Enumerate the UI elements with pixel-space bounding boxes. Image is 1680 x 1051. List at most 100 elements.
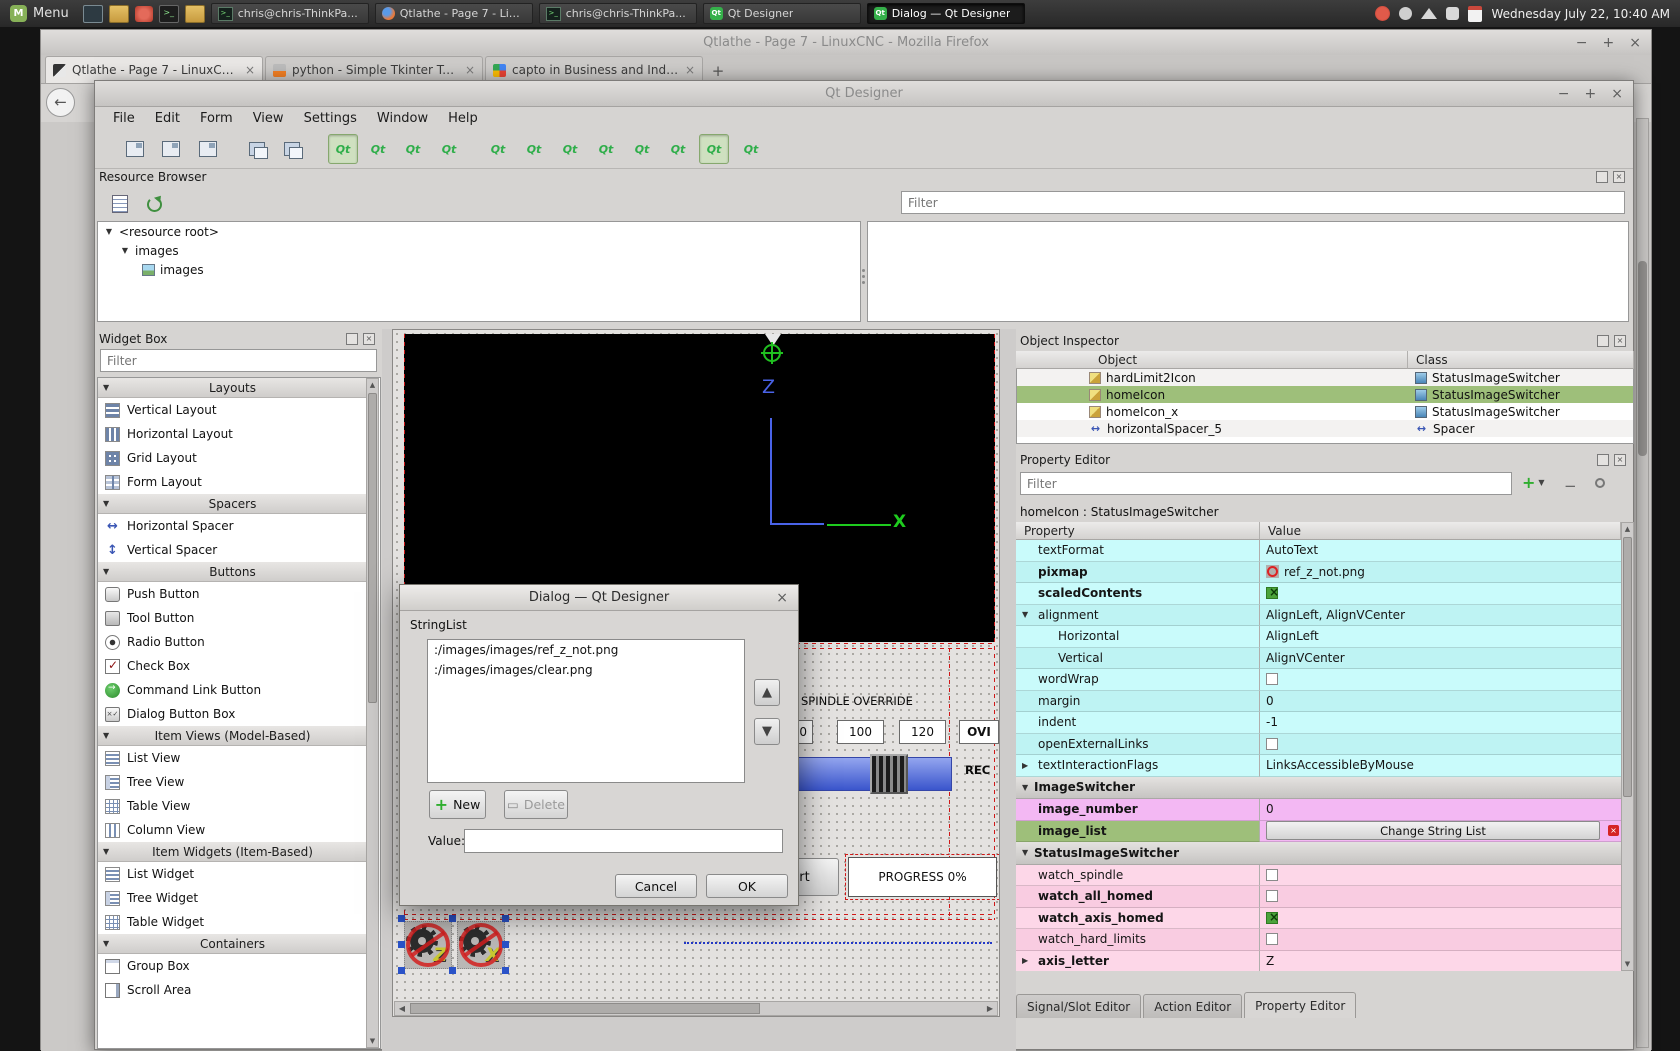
property-row-image-number[interactable]: image_number 0 xyxy=(1016,799,1621,821)
change-string-list-button[interactable]: Change String List xyxy=(1266,821,1600,840)
selection-handle[interactable] xyxy=(449,967,456,974)
selection-handle[interactable] xyxy=(502,941,509,948)
property-row-scaledcontents[interactable]: scaledContents xyxy=(1016,583,1621,605)
checkbox[interactable] xyxy=(1266,912,1278,924)
tab-action-editor[interactable]: Action Editor xyxy=(1143,994,1242,1018)
object-row-hardlimit2icon[interactable]: hardLimit2Icon StatusImageSwitcher xyxy=(1017,369,1633,386)
property-row-wordwrap[interactable]: wordWrap xyxy=(1016,669,1621,691)
open-form-button[interactable] xyxy=(156,134,186,164)
object-row-homeicon-x[interactable]: homeIcon_x StatusImageSwitcher xyxy=(1017,403,1633,420)
property-row-openexternallinks[interactable]: openExternalLinks xyxy=(1016,734,1621,756)
splitter-handle[interactable] xyxy=(861,261,866,291)
widget-box-scrollbar[interactable]: ▲ ▼ xyxy=(366,378,379,1048)
scroll-left-icon[interactable]: ◀ xyxy=(395,1002,409,1015)
selection-handle[interactable] xyxy=(398,941,405,948)
tab-close-icon[interactable]: × xyxy=(685,63,695,77)
resource-filter-input[interactable] xyxy=(901,191,1625,214)
checkbox[interactable] xyxy=(1266,869,1278,881)
widget-section-layouts[interactable]: ▼Layouts xyxy=(98,378,367,398)
object-row-homeicon[interactable]: homeIcon StatusImageSwitcher xyxy=(1017,386,1633,403)
widget-item-check-box[interactable]: Check Box xyxy=(98,654,367,678)
widget-item-command-link-button[interactable]: Command Link Button xyxy=(98,678,367,702)
property-row-image-list[interactable]: image_list Change String List× xyxy=(1016,821,1621,843)
widget-section-item-views[interactable]: ▼Item Views (Model-Based) xyxy=(98,726,367,746)
property-row-axis-letter[interactable]: ▶axis_letter Z xyxy=(1016,951,1621,972)
float-dock-icon[interactable] xyxy=(1597,335,1609,347)
expand-arrow-icon[interactable]: ▼ xyxy=(120,246,130,255)
tab-property-editor[interactable]: Property Editor xyxy=(1244,992,1356,1018)
scroll-down-icon[interactable]: ▼ xyxy=(367,1037,378,1045)
menu-form[interactable]: Form xyxy=(190,108,243,129)
move-down-button[interactable]: ▼ xyxy=(754,718,780,745)
list-item[interactable]: :/images/images/clear.png xyxy=(428,660,744,680)
property-row-textinteractionflags[interactable]: ▶textInteractionFlags LinksAccessibleByM… xyxy=(1016,755,1621,777)
new-button[interactable]: + New xyxy=(429,790,486,819)
widget-item-push-button[interactable]: Push Button xyxy=(98,582,367,606)
back-button[interactable]: ← xyxy=(46,88,75,117)
move-up-button[interactable]: ▲ xyxy=(754,679,780,706)
widget-section-item-widgets[interactable]: ▼Item Widgets (Item-Based) xyxy=(98,842,367,862)
property-row-alignment-vertical[interactable]: Vertical AlignVCenter xyxy=(1016,648,1621,670)
scrollbar-thumb[interactable] xyxy=(1623,537,1632,797)
column-value[interactable]: Value xyxy=(1260,522,1621,540)
menu-help[interactable]: Help xyxy=(438,108,488,129)
close-icon[interactable]: × xyxy=(1629,35,1641,51)
property-filter-input[interactable] xyxy=(1020,472,1512,495)
widget-item-vertical-layout[interactable]: Vertical Layout xyxy=(98,398,367,422)
reload-resources-button[interactable] xyxy=(139,189,169,219)
layout-form-button[interactable]: Qt xyxy=(663,134,693,164)
delete-button[interactable]: ▭ Delete xyxy=(504,790,568,819)
folder-launcher-icon[interactable] xyxy=(185,5,205,23)
checkbox[interactable] xyxy=(1266,673,1278,685)
expand-arrow-icon[interactable]: ▼ xyxy=(1022,610,1028,619)
widget-section-buttons[interactable]: ▼Buttons xyxy=(98,562,367,582)
close-dock-icon[interactable]: × xyxy=(1614,335,1626,347)
layout-grid-button[interactable]: Qt xyxy=(627,134,657,164)
property-row-watch-all-homed[interactable]: watch_all_homed xyxy=(1016,886,1621,908)
selection-handle[interactable] xyxy=(449,915,456,922)
widget-item-tree-view[interactable]: Tree View xyxy=(98,770,367,794)
widget-item-table-view[interactable]: Table View xyxy=(98,794,367,818)
property-row-alignment[interactable]: ▼alignment AlignLeft, AlignVCenter xyxy=(1016,605,1621,627)
menu-settings[interactable]: Settings xyxy=(294,108,367,129)
scroll-right-icon[interactable]: ▶ xyxy=(983,1002,997,1015)
selection-handle[interactable] xyxy=(502,967,509,974)
resource-root-item[interactable]: ▼ <resource root> xyxy=(98,222,860,241)
property-editor-header[interactable]: Property Editor × xyxy=(1020,452,1630,468)
widget-item-form-layout[interactable]: Form Layout xyxy=(98,470,367,494)
widget-item-radio-button[interactable]: Radio Button xyxy=(98,630,367,654)
firefox-tab-python[interactable]: python - Simple Tkinter Togg... × xyxy=(265,56,483,83)
override-value-120[interactable]: 120 xyxy=(899,720,946,744)
property-row-watch-axis-homed[interactable]: watch_axis_homed xyxy=(1016,908,1621,930)
tab-close-icon[interactable]: × xyxy=(245,63,255,77)
column-object[interactable]: Object xyxy=(1016,351,1408,369)
dialog-titlebar[interactable]: Dialog — Qt Designer × xyxy=(400,585,798,611)
adjust-size-button[interactable]: Qt xyxy=(736,134,766,164)
menu-view[interactable]: View xyxy=(243,108,294,129)
edit-buddies-button[interactable]: Qt xyxy=(398,134,428,164)
override-value-100[interactable]: 100 xyxy=(837,720,884,744)
property-row-watch-hard-limits[interactable]: watch_hard_limits xyxy=(1016,929,1621,951)
widget-box-header[interactable]: Widget Box × xyxy=(99,331,379,347)
firefox-titlebar[interactable]: Qtlathe - Page 7 - LinuxCNC - Mozilla Fi… xyxy=(41,30,1651,56)
close-icon[interactable]: × xyxy=(776,590,788,606)
app-launcher-icon[interactable] xyxy=(135,6,153,22)
widget-item-horizontal-layout[interactable]: Horizontal Layout xyxy=(98,422,367,446)
widget-item-scroll-area[interactable]: Scroll Area xyxy=(98,978,367,1002)
ok-button[interactable]: OK xyxy=(706,874,788,898)
spindle-override-label[interactable]: SPINDLE OVERRIDE xyxy=(801,694,913,708)
resource-browser-header[interactable]: Resource Browser × xyxy=(99,169,1629,185)
selection-handle[interactable] xyxy=(502,915,509,922)
property-row-pixmap[interactable]: pixmap ref_z_not.png xyxy=(1016,562,1621,584)
object-inspector-header[interactable]: Object Inspector × xyxy=(1020,333,1630,349)
clock[interactable]: Wednesday July 22, 10:40 AM xyxy=(1491,7,1674,21)
float-dock-icon[interactable] xyxy=(1596,171,1608,183)
scroll-up-icon[interactable]: ▲ xyxy=(1622,525,1633,533)
checkbox[interactable] xyxy=(1266,738,1278,750)
tab-close-icon[interactable]: × xyxy=(465,63,475,77)
new-form-button[interactable] xyxy=(120,134,150,164)
minimize-icon[interactable]: − xyxy=(1558,86,1570,102)
break-layout-button[interactable]: Qt xyxy=(699,134,729,164)
float-dock-icon[interactable] xyxy=(346,333,358,345)
checkbox[interactable] xyxy=(1266,933,1278,945)
